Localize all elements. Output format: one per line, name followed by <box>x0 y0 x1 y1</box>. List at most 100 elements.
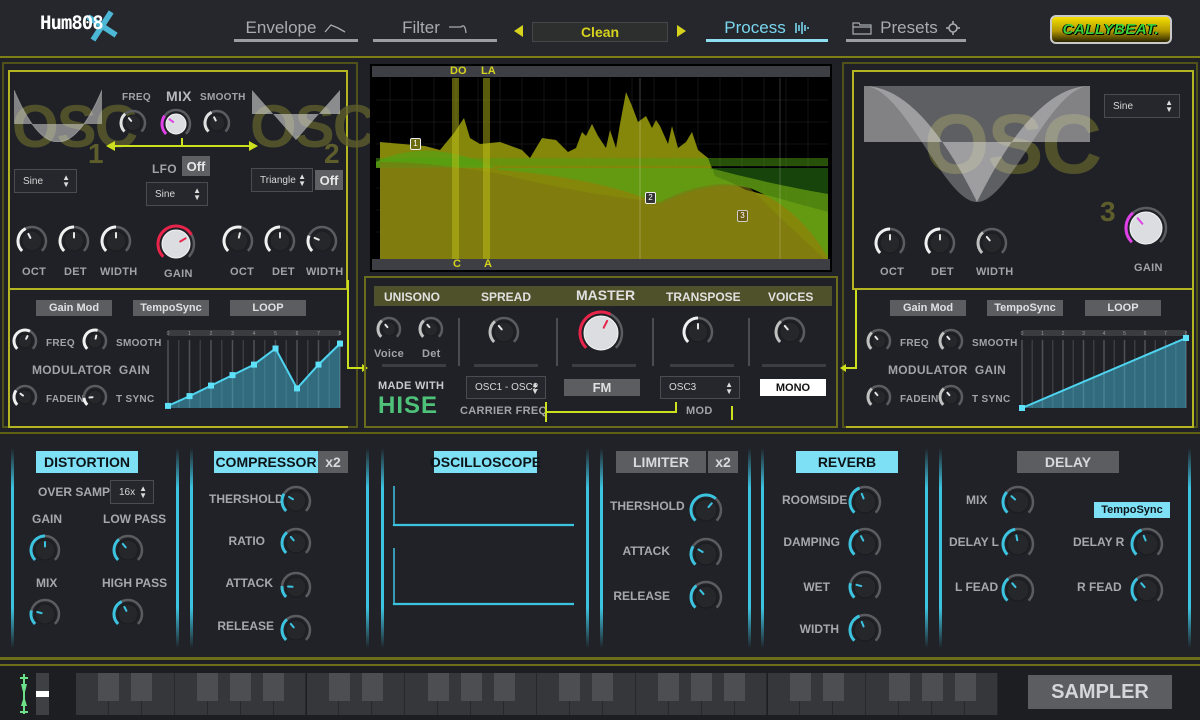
compressor-toggle[interactable]: COMPRESSOR <box>214 451 318 473</box>
rev-width-knob[interactable] <box>848 613 882 652</box>
tab-filter[interactable]: Filter <box>373 16 497 42</box>
mod-freq-knob[interactable] <box>12 328 38 359</box>
r-fead-knob[interactable] <box>1130 573 1164 612</box>
step-point[interactable] <box>251 361 257 368</box>
l-fead-knob[interactable] <box>1001 573 1035 612</box>
fm-button[interactable]: FM <box>564 379 640 396</box>
osc3-oct-knob[interactable] <box>874 227 906 264</box>
osc2-wave-select[interactable]: Triangle ▲ ▼ <box>251 168 313 192</box>
compressor-x2-button[interactable]: x2 <box>318 451 348 473</box>
osc3-width-knob[interactable] <box>976 227 1008 264</box>
delay-l-knob[interactable] <box>1001 527 1035 566</box>
tab-envelope[interactable]: Envelope <box>234 16 358 42</box>
lfo-wave-select[interactable]: Sine ▲ ▼ <box>146 182 208 206</box>
step-point[interactable] <box>1019 405 1025 411</box>
preset-prev-button[interactable] <box>514 25 523 37</box>
comp-release-knob[interactable] <box>280 614 312 651</box>
delay-r-knob[interactable] <box>1130 527 1164 566</box>
mod-wheel-slider[interactable] <box>36 673 49 715</box>
limiter-toggle[interactable]: LIMITER <box>616 451 706 473</box>
loop-button[interactable]: LOOP <box>230 300 306 316</box>
piano-black-key[interactable] <box>789 673 811 701</box>
mod-fadein-knob[interactable] <box>12 384 38 415</box>
osc1-det-knob[interactable] <box>58 225 90 262</box>
osc1-width-knob[interactable] <box>100 225 132 262</box>
piano-black-key[interactable] <box>460 673 482 701</box>
lim-threshold-knob[interactable] <box>689 493 723 532</box>
carrier-select[interactable]: OSC1 - OSC2 ▲ ▼ <box>466 376 546 399</box>
step-point[interactable] <box>208 382 214 389</box>
osc1-wave-select[interactable]: Sine ▲ ▼ <box>14 169 77 193</box>
lim-attack-knob[interactable] <box>689 537 723 576</box>
distortion-toggle[interactable]: DISTORTION <box>36 451 138 473</box>
piano-black-key[interactable] <box>822 673 844 701</box>
delay-tempo-sync-toggle[interactable]: TempoSync <box>1094 502 1170 518</box>
piano-black-key[interactable] <box>197 673 219 701</box>
lim-release-knob[interactable] <box>689 580 723 619</box>
mod-right-fadein-knob[interactable] <box>866 384 892 415</box>
rev-damping-knob[interactable] <box>848 527 882 566</box>
dist-gain-knob[interactable] <box>29 534 61 571</box>
eq-band-3-handle[interactable]: 3 <box>737 210 748 222</box>
dist-lowpass-knob[interactable] <box>112 534 144 571</box>
step-point[interactable] <box>229 372 236 379</box>
mod-wheel-handle[interactable] <box>36 691 49 697</box>
piano-black-key[interactable] <box>131 673 153 701</box>
gain-mod-button-right[interactable]: Gain Mod <box>890 300 966 316</box>
piano-black-key[interactable] <box>658 673 680 701</box>
piano-black-key[interactable] <box>888 673 910 701</box>
delay-mix-knob[interactable] <box>1001 485 1035 524</box>
eq-band-2-handle[interactable]: 2 <box>645 192 656 204</box>
rev-wet-knob[interactable] <box>848 570 882 609</box>
unison-voice-knob[interactable] <box>376 316 402 347</box>
piano-keyboard[interactable] <box>76 673 998 715</box>
mod-select[interactable]: OSC3 ▲ ▼ <box>660 376 740 399</box>
sampler-button[interactable]: SAMPLER <box>1028 675 1172 709</box>
step-point[interactable] <box>315 361 322 368</box>
step-point[interactable] <box>272 345 279 352</box>
comp-attack-knob[interactable] <box>280 571 312 608</box>
piano-black-key[interactable] <box>691 673 713 701</box>
oscilloscope-toggle[interactable]: OSCILLOSCOPE <box>430 451 541 473</box>
tempo-sync-button[interactable]: TempoSync <box>133 300 209 316</box>
mod-smooth-knob[interactable] <box>82 328 108 359</box>
preset-next-button[interactable] <box>677 25 686 37</box>
pitch-wheel-icon[interactable] <box>18 672 30 716</box>
reverb-toggle[interactable]: REVERB <box>796 451 898 473</box>
piano-black-key[interactable] <box>263 673 285 701</box>
piano-black-key[interactable] <box>427 673 449 701</box>
gear-icon[interactable] <box>945 20 960 35</box>
piano-black-key[interactable] <box>361 673 383 701</box>
spread-knob[interactable] <box>488 316 520 353</box>
osc2-width-knob[interactable] <box>306 225 338 262</box>
voices-knob[interactable] <box>774 316 806 353</box>
mod-right-freq-knob[interactable] <box>866 328 892 359</box>
osc1-oct-knob[interactable] <box>16 225 48 262</box>
osc2-det-knob[interactable] <box>264 225 296 262</box>
step-point[interactable] <box>1183 335 1189 341</box>
unison-det-knob[interactable] <box>418 316 444 347</box>
step-sequencer-left[interactable]: 012345678 <box>164 330 344 412</box>
piano-black-key[interactable] <box>954 673 976 701</box>
osc2-toggle[interactable]: Off <box>315 170 343 190</box>
osc3-wave-select[interactable]: Sine ▲ ▼ <box>1104 94 1180 118</box>
osc2-oct-knob[interactable] <box>222 225 254 262</box>
dist-highpass-knob[interactable] <box>112 598 144 635</box>
piano-black-key[interactable] <box>559 673 581 701</box>
piano-black-key[interactable] <box>592 673 614 701</box>
mod-right-smooth-knob[interactable] <box>938 328 964 359</box>
transpose-knob[interactable] <box>682 316 714 353</box>
tab-process[interactable]: Process <box>706 16 828 42</box>
osc-gain-knob[interactable] <box>156 224 196 269</box>
piano-black-key[interactable] <box>98 673 120 701</box>
master-volume-knob[interactable] <box>578 310 624 361</box>
loop-button-right[interactable]: LOOP <box>1085 300 1161 316</box>
eq-band-1-handle[interactable]: 1 <box>410 138 421 150</box>
rev-roomside-knob[interactable] <box>848 485 882 524</box>
piano-black-key[interactable] <box>328 673 350 701</box>
limiter-x2-button[interactable]: x2 <box>708 451 738 473</box>
mod-tsync-knob[interactable] <box>82 384 108 415</box>
dist-mix-knob[interactable] <box>29 598 61 635</box>
gain-mod-button[interactable]: Gain Mod <box>36 300 112 316</box>
mod-right-tsync-knob[interactable] <box>938 384 964 415</box>
